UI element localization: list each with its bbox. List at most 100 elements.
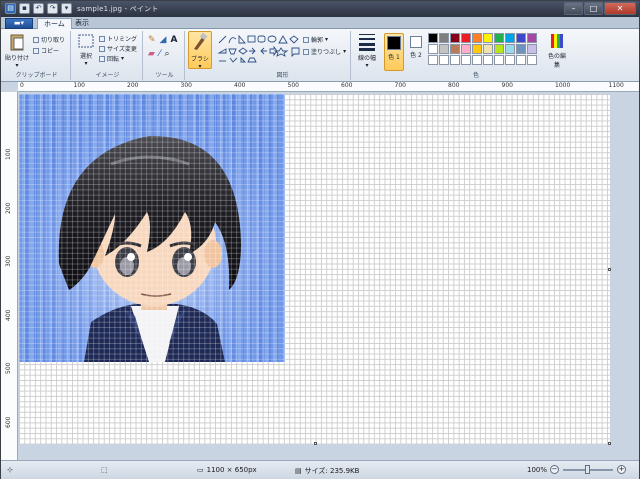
- dimensions-icon: ▭: [197, 466, 204, 474]
- fill-label: 塗りつぶし: [311, 49, 342, 56]
- select-button[interactable]: 選択 ▾: [75, 33, 97, 67]
- ruler-tick-label: 300: [5, 255, 12, 267]
- palette-swatch[interactable]: [483, 33, 493, 43]
- palette-swatch[interactable]: [516, 33, 526, 43]
- fill-button[interactable]: 塗りつぶし ▾: [303, 47, 346, 56]
- color2-button[interactable]: 色 2: [407, 33, 425, 59]
- palette-swatch[interactable]: [472, 44, 482, 54]
- palette-swatch[interactable]: [527, 55, 537, 65]
- fill-bucket-icon[interactable]: ◢: [160, 35, 167, 45]
- palette-swatch[interactable]: [450, 55, 460, 65]
- maximize-button[interactable]: □: [584, 2, 603, 15]
- color-picker-icon[interactable]: ⁄: [159, 49, 161, 59]
- ruler-tick-label: 400: [5, 309, 12, 321]
- palette-swatch[interactable]: [439, 33, 449, 43]
- fill-dropdown-icon: ▾: [343, 48, 347, 55]
- brushes-button[interactable]: ブラシ ▾: [188, 31, 212, 70]
- palette-swatch[interactable]: [505, 33, 515, 43]
- minimize-button[interactable]: –: [564, 2, 583, 15]
- brushes-dropdown-icon: ▾: [198, 63, 202, 70]
- zoom-slider-thumb[interactable]: [585, 465, 590, 474]
- rotate-label: 回転: [107, 56, 120, 63]
- cut-button[interactable]: 切り取り: [33, 35, 65, 44]
- outline-icon: [303, 36, 309, 43]
- pencil-icon[interactable]: ✎: [148, 35, 156, 45]
- ruler-tick-label: 0: [20, 82, 24, 89]
- save-icon[interactable]: ▪: [19, 3, 30, 14]
- palette-swatch[interactable]: [428, 33, 438, 43]
- resize-handle-bottom[interactable]: [314, 442, 317, 445]
- palette-swatch[interactable]: [450, 44, 460, 54]
- rotate-button[interactable]: 回転 ▾: [99, 54, 124, 63]
- palette-swatch[interactable]: [450, 33, 460, 43]
- palette-swatch[interactable]: [527, 44, 537, 54]
- zoom-in-button[interactable]: +: [617, 465, 626, 474]
- eraser-icon[interactable]: ▰: [148, 49, 155, 59]
- brush-icon: [194, 32, 208, 50]
- file-menu-button[interactable]: ▬▾: [5, 18, 33, 29]
- palette-swatch[interactable]: [439, 55, 449, 65]
- character-image[interactable]: [19, 94, 285, 362]
- tools-row-2: ▰ ⁄ ⌕: [148, 49, 169, 59]
- palette-swatch[interactable]: [461, 44, 471, 54]
- palette-swatch[interactable]: [483, 55, 493, 65]
- tab-home[interactable]: ホーム: [37, 18, 72, 29]
- palette-swatch[interactable]: [472, 55, 482, 65]
- title-bar: ▤ ▪ ↶ ↷ ▾ sample1.jpg - ペイント – □ ✕: [1, 1, 639, 17]
- canvas-area[interactable]: 0 100 200 300 400 500 600 700 800 900 1000 1100 100…: [1, 82, 639, 460]
- palette-swatch[interactable]: [527, 33, 537, 43]
- outline-button[interactable]: 輪郭 ▾: [303, 35, 328, 44]
- crop-label: トリミング: [107, 36, 138, 43]
- tools-group-label: ツール: [155, 72, 174, 79]
- palette-swatch[interactable]: [439, 44, 449, 54]
- selection-icon: ⬚: [101, 466, 108, 474]
- paste-button[interactable]: 貼り付け ▾: [5, 33, 29, 69]
- select-label: 選択: [79, 53, 92, 60]
- size-button[interactable]: 線の幅 ▾: [354, 31, 380, 69]
- close-button[interactable]: ✕: [604, 2, 636, 15]
- palette-swatch[interactable]: [494, 44, 504, 54]
- redo-icon[interactable]: ↷: [47, 3, 58, 14]
- zoom-slider[interactable]: [563, 465, 613, 474]
- palette-swatch[interactable]: [461, 33, 471, 43]
- palette-swatch[interactable]: [505, 55, 515, 65]
- palette-swatch[interactable]: [461, 55, 471, 65]
- palette-swatch[interactable]: [516, 44, 526, 54]
- text-tool-icon[interactable]: A: [170, 35, 177, 45]
- resize-handle-right[interactable]: [608, 268, 611, 271]
- size-label: 線の幅: [357, 55, 376, 62]
- ruler-tick-label: 1100: [608, 82, 624, 89]
- palette-swatch[interactable]: [428, 44, 438, 54]
- ruler-tick-label: 200: [5, 202, 12, 214]
- ruler-tick-label: 700: [394, 82, 406, 89]
- size-dropdown-icon: ▾: [365, 62, 369, 69]
- undo-icon[interactable]: ↶: [33, 3, 44, 14]
- shapes-group: 輪郭 ▾ 塗りつぶし ▾ 図形: [215, 31, 351, 80]
- ruler-tick-label: 100: [5, 148, 12, 160]
- magnifier-icon[interactable]: ⌕: [164, 49, 169, 59]
- resize-button[interactable]: サイズ変更: [99, 44, 137, 53]
- color1-label: 色 1: [388, 54, 400, 61]
- crop-button[interactable]: トリミング: [99, 34, 137, 43]
- copy-button[interactable]: コピー: [33, 46, 59, 55]
- color1-button[interactable]: 色 1: [384, 33, 404, 71]
- app-menu-icon[interactable]: ▤: [5, 3, 16, 14]
- palette-swatch[interactable]: [505, 44, 515, 54]
- ruler-tick-label: 300: [180, 82, 192, 89]
- color2-swatch: [410, 36, 422, 48]
- palette-swatch[interactable]: [428, 55, 438, 65]
- palette-swatch[interactable]: [516, 55, 526, 65]
- palette-swatch[interactable]: [494, 33, 504, 43]
- resize-handle-corner[interactable]: [608, 442, 611, 445]
- palette-swatch[interactable]: [472, 33, 482, 43]
- zoom-out-button[interactable]: −: [550, 465, 559, 474]
- edit-colors-button[interactable]: 色の編集: [546, 33, 568, 69]
- shapes-gallery[interactable]: [217, 34, 301, 64]
- tab-view[interactable]: 表示: [69, 18, 95, 29]
- palette-swatch[interactable]: [494, 55, 504, 65]
- file-size-text: サイズ: 235.9KB: [304, 467, 360, 475]
- ruler-tick-label: 100: [73, 82, 85, 89]
- customize-qat-icon[interactable]: ▾: [61, 3, 72, 14]
- drawing-canvas[interactable]: [19, 94, 610, 445]
- palette-swatch[interactable]: [483, 44, 493, 54]
